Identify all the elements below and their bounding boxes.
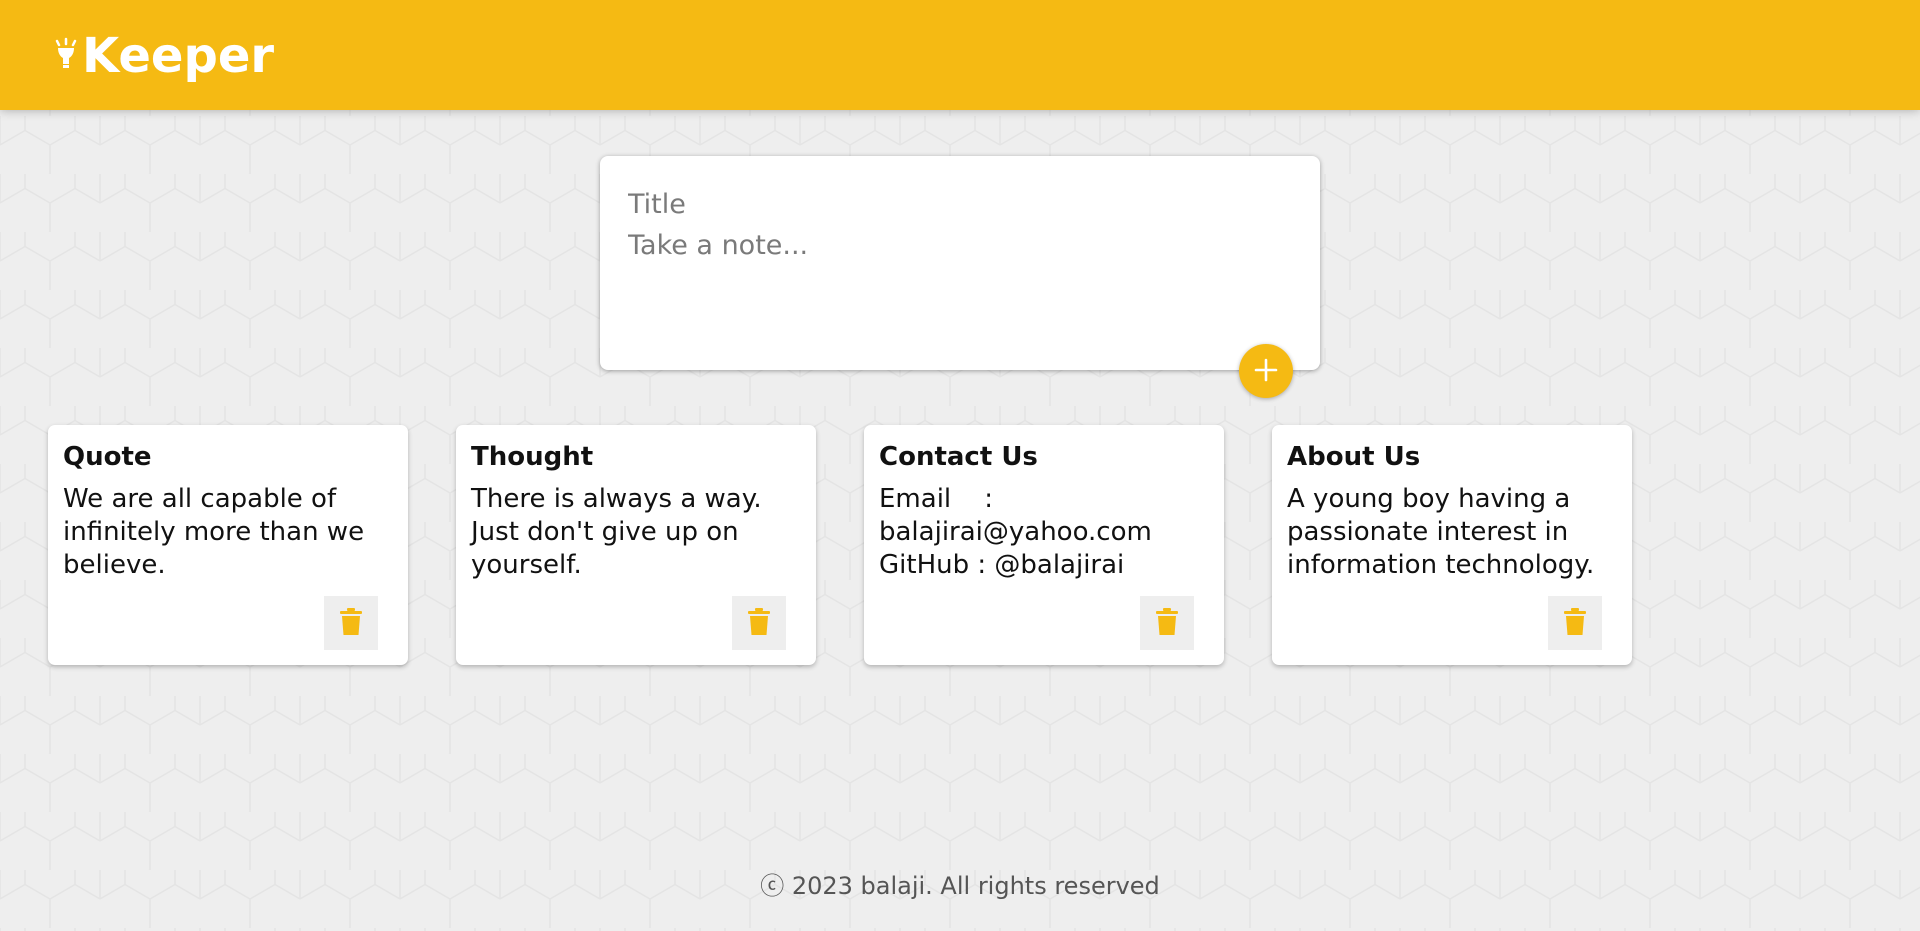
note-content-input[interactable]: [628, 230, 1288, 340]
copyright-text: ⓒ 2023 balaji. All rights reserved: [760, 872, 1160, 900]
trash-icon: [1564, 607, 1586, 639]
trash-icon: [748, 607, 770, 639]
note-title: About Us: [1287, 442, 1421, 472]
app-header: Keeper: [0, 0, 1920, 110]
note-title: Thought: [471, 442, 594, 472]
footer: ⓒ 2023 balaji. All rights reserved: [0, 866, 1920, 901]
trash-icon: [1156, 607, 1178, 639]
brand-name: Keeper: [82, 28, 275, 84]
title-input[interactable]: [628, 184, 1288, 224]
note-title: Contact Us: [879, 442, 1038, 472]
note-content: There is always a way. Just don't give u…: [471, 484, 770, 580]
delete-note-button[interactable]: [732, 596, 786, 650]
note-card: Contact Us Email : balajirai@yahoo.com G…: [864, 425, 1224, 665]
note-card: Quote We are all capable of infinitely m…: [48, 425, 408, 665]
note-composer: [600, 156, 1320, 370]
note-content: A young boy having a passionate interest…: [1287, 484, 1595, 580]
lightbulb-icon: [52, 37, 80, 75]
trash-icon: [340, 607, 362, 639]
add-note-button[interactable]: [1239, 344, 1293, 398]
delete-note-button[interactable]: [324, 596, 378, 650]
note-card: Thought There is always a way. Just don'…: [456, 425, 816, 665]
brand[interactable]: Keeper: [52, 28, 274, 84]
note-content: We are all capable of infinitely more th…: [63, 484, 373, 580]
note-content: Email : balajirai@yahoo.com GitHub : @ba…: [879, 484, 1152, 580]
note-title: Quote: [63, 442, 152, 472]
note-card: About Us A young boy having a passionate…: [1272, 425, 1632, 665]
plus-icon: [1254, 358, 1278, 385]
delete-note-button[interactable]: [1548, 596, 1602, 650]
delete-note-button[interactable]: [1140, 596, 1194, 650]
